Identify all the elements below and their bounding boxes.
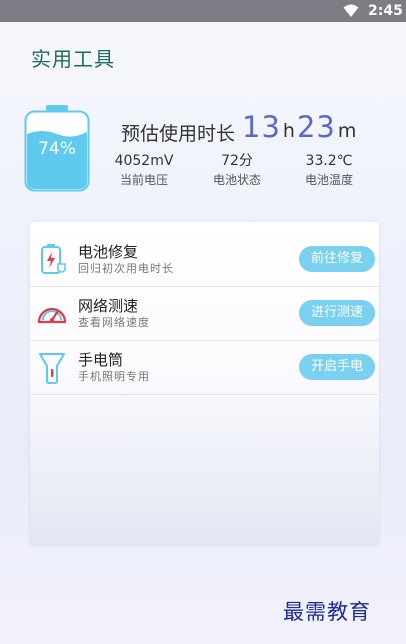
- stat-temperature-value: 33.2℃: [305, 153, 353, 169]
- tools-card: 电池修复 回归初次用电时长 前往修复 网络测速 查看网络速度 进行测速 手电筒 …: [30, 222, 379, 545]
- estimate-value: 13 h23 m: [242, 110, 358, 144]
- list-item-flashlight: 手电筒 手机照明专用 开启手电: [30, 340, 379, 395]
- flashlight-button[interactable]: 开启手电: [299, 354, 375, 380]
- watermark: 最需教育: [283, 600, 371, 624]
- stat-battery-status-label: 电池状态: [212, 173, 261, 187]
- stat-voltage-label: 当前电压: [119, 173, 168, 187]
- tool-desc: 回归初次用电时长: [78, 262, 174, 275]
- tool-name: 网络测速: [78, 297, 139, 315]
- stat-battery-status-value: 72分: [221, 153, 253, 169]
- tool-desc: 手机照明专用: [78, 370, 150, 383]
- estimate-hours-unit: h: [282, 120, 295, 142]
- status-bar: 2:45: [0, 0, 406, 22]
- estimate-hours: 13: [242, 110, 281, 144]
- stat-battery-status: 72分 电池状态: [192, 152, 282, 189]
- page-title: 实用工具: [31, 47, 115, 71]
- status-time: 2:45: [368, 3, 403, 19]
- tool-name: 电池修复: [78, 243, 139, 261]
- stat-voltage-value: 4052mV: [114, 153, 174, 169]
- estimate-label: 预估使用时长: [121, 123, 236, 145]
- tool-desc: 查看网络速度: [78, 316, 150, 329]
- estimate-minutes: 23: [296, 110, 336, 144]
- battery-repair-icon: [41, 244, 66, 274]
- stat-temperature-label: 电池温度: [304, 173, 353, 187]
- tool-name: 手电筒: [78, 351, 124, 369]
- wifi-icon: [343, 4, 359, 17]
- stat-temperature: 33.2℃ 电池温度: [284, 152, 374, 189]
- speedometer-icon: [37, 307, 67, 324]
- battery-percent: 74%: [38, 139, 76, 159]
- speed-test-button[interactable]: 进行测速: [299, 300, 375, 326]
- list-item-battery-repair: 电池修复 回归初次用电时长 前往修复: [30, 232, 379, 287]
- flashlight-icon: [39, 353, 65, 384]
- estimate-minutes-unit: m: [337, 120, 357, 142]
- list-item-speed-test: 网络测速 查看网络速度 进行测速: [30, 286, 379, 341]
- battery-repair-button[interactable]: 前往修复: [299, 246, 375, 272]
- stat-voltage: 4052mV 当前电压: [99, 152, 189, 189]
